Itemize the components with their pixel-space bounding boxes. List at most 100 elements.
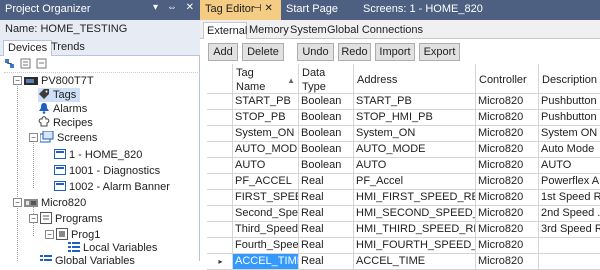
row-header[interactable] [207, 94, 233, 110]
column-header-controller[interactable]: Controller [476, 64, 539, 94]
cell-data-type[interactable]: Boolean [299, 126, 354, 142]
cell-description[interactable]: Auto Mode [539, 142, 600, 158]
export-button[interactable]: Export [419, 43, 460, 61]
cell-tag-name[interactable]: Third_Speed [233, 222, 299, 238]
collapse-toggle[interactable]: − [29, 133, 38, 142]
cell-data-type[interactable]: Real [299, 174, 354, 190]
tab-start-page[interactable]: Start Page [281, 0, 343, 20]
cell-description[interactable]: Powerflex A... [539, 174, 600, 190]
tab-trends[interactable]: Trends [47, 40, 89, 56]
cell-address[interactable]: ACCEL_TIME [354, 254, 476, 270]
cell-address[interactable]: System_ON [354, 126, 476, 142]
tab-global-connections[interactable]: Global Connections [324, 22, 426, 39]
panel-window-controls[interactable]: ▾ ⇔ ✕ [153, 2, 197, 13]
column-header-data-type[interactable]: Data Type [299, 64, 354, 94]
cell-controller[interactable]: Micro820 [476, 190, 539, 206]
cell-tag-name[interactable]: PF_ACCEL [233, 174, 299, 190]
tree-item-controller[interactable]: Micro820 [24, 196, 86, 210]
delete-button[interactable]: Delete [242, 43, 284, 61]
cell-address[interactable]: HMI_FIRST_SPEED_REF [354, 190, 476, 206]
tree-item-prog1[interactable]: Prog1 [56, 228, 100, 242]
undo-button[interactable]: Undo [297, 43, 334, 61]
tree-item-device[interactable]: PV800T7T [24, 74, 94, 88]
cell-description[interactable]: 2nd Speed ... [539, 206, 600, 222]
tab-devices[interactable]: Devices [3, 40, 53, 56]
cell-controller[interactable]: Micro820 [476, 126, 539, 142]
column-header-address[interactable]: Address [354, 64, 476, 94]
cell-data-type[interactable]: Boolean [299, 94, 354, 110]
cell-description[interactable]: Pushbutton ... [539, 94, 600, 110]
cell-data-type[interactable]: Boolean [299, 142, 354, 158]
cell-tag-name[interactable]: System_ON [233, 126, 299, 142]
cell-controller[interactable]: Micro820 [476, 110, 539, 126]
tab-external[interactable]: External [203, 22, 247, 39]
cell-description[interactable]: System ON [539, 126, 600, 142]
cell-controller[interactable]: Micro820 [476, 142, 539, 158]
cell-tag-name[interactable]: AUTO [233, 158, 299, 174]
import-button[interactable]: Import [375, 43, 415, 61]
row-header[interactable] [207, 174, 233, 190]
cell-tag-name[interactable]: STOP_PB [233, 110, 299, 126]
cell-data-type[interactable]: Real [299, 206, 354, 222]
column-header-tag-name[interactable]: Tag Name ▲ [233, 64, 299, 94]
tree-item-screen-alarm-banner[interactable]: 1002 - Alarm Banner [54, 180, 170, 194]
cell-address[interactable]: START_PB [354, 94, 476, 110]
cell-data-type[interactable]: Real [299, 238, 354, 254]
row-header[interactable]: ▸ [207, 254, 233, 270]
row-header[interactable] [207, 126, 233, 142]
cell-description[interactable]: AUTO [539, 158, 600, 174]
tree-item-tags[interactable]: Tags [38, 88, 81, 102]
cell-description[interactable] [539, 254, 600, 270]
cell-address[interactable]: HMI_SECOND_SPEED_REF [354, 206, 476, 222]
sort-icon[interactable] [36, 58, 47, 69]
row-header[interactable] [207, 110, 233, 126]
cell-controller[interactable]: Micro820 [476, 222, 539, 238]
cell-description[interactable]: Pushbutton ... [539, 110, 600, 126]
cell-address[interactable]: HMI_FOURTH_SPEED_REF [354, 238, 476, 254]
tree-item-local-variables[interactable]: Local Variables [68, 241, 157, 255]
view-icon[interactable] [20, 58, 31, 69]
cell-address[interactable]: AUTO [354, 158, 476, 174]
cell-data-type[interactable]: Boolean [299, 110, 354, 126]
cell-controller[interactable]: Micro820 [476, 206, 539, 222]
cell-tag-name[interactable]: Second_Spe... [233, 206, 299, 222]
row-header[interactable] [207, 238, 233, 254]
tab-tag-editor[interactable]: Tag Editor ⊣ ✕ [200, 0, 281, 20]
cell-description[interactable]: 1st Speed R... [539, 190, 600, 206]
tree-item-alarms[interactable]: Alarms [38, 102, 87, 116]
cell-controller[interactable]: Micro820 [476, 94, 539, 110]
row-header[interactable] [207, 190, 233, 206]
tree-item-screen-home[interactable]: 1 - HOME_820 [54, 148, 142, 162]
cell-data-type[interactable]: Real [299, 254, 354, 270]
tab-memory[interactable]: Memory [246, 22, 292, 39]
cell-controller[interactable]: Micro820 [476, 158, 539, 174]
cell-tag-name[interactable]: ACCEL_TIME [233, 254, 299, 270]
collapse-toggle[interactable]: − [45, 230, 54, 239]
row-header[interactable] [207, 206, 233, 222]
cell-controller[interactable]: Micro820 [476, 238, 539, 254]
collapse-toggle[interactable]: − [13, 76, 22, 85]
cell-address[interactable]: STOP_HMI_PB [354, 110, 476, 126]
redo-button[interactable]: Redo [338, 43, 371, 61]
row-header[interactable] [207, 222, 233, 238]
cell-description[interactable]: 3rd Speed R... [539, 222, 600, 238]
cell-tag-name[interactable]: START_PB [233, 94, 299, 110]
tree-item-screen-diagnostics[interactable]: 1001 - Diagnostics [54, 164, 160, 178]
row-header[interactable] [207, 142, 233, 158]
cell-controller[interactable]: Micro820 [476, 174, 539, 190]
cell-data-type[interactable]: Real [299, 222, 354, 238]
pin-close-icon[interactable]: ⊣ ✕ [253, 3, 273, 14]
connect-icon[interactable] [4, 58, 15, 69]
add-button[interactable]: Add [208, 43, 238, 61]
cell-tag-name[interactable]: AUTO_MODE [233, 142, 299, 158]
cell-address[interactable]: PF_Accel [354, 174, 476, 190]
tab-screens[interactable]: Screens: 1 - HOME_820 [358, 0, 488, 20]
tree-item-screens[interactable]: Screens [39, 130, 97, 145]
tree-item-recipes[interactable]: Recipes [38, 116, 93, 130]
cell-data-type[interactable]: Boolean [299, 158, 354, 174]
cell-data-type[interactable]: Real [299, 190, 354, 206]
row-header[interactable] [207, 158, 233, 174]
tree-item-programs[interactable]: Programs [40, 212, 103, 226]
column-header-description[interactable]: Description [539, 64, 600, 94]
cell-address[interactable]: HMI_THIRD_SPEED_REF [354, 222, 476, 238]
